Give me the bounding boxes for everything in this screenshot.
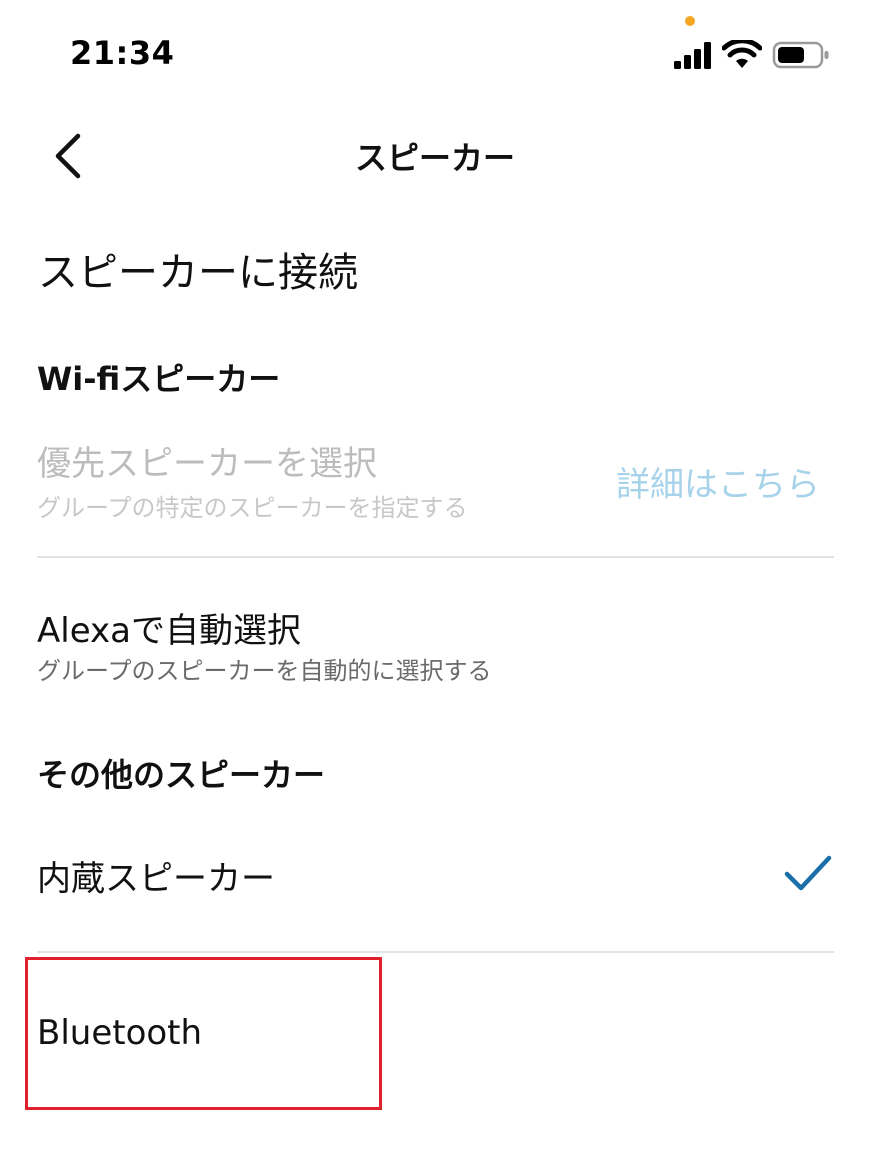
alexa-auto-select-subtitle: グループのスピーカーを自動的に選択する — [37, 657, 492, 685]
status-bar: 21:34 — [0, 0, 870, 100]
signal-icon — [674, 42, 711, 69]
battery-icon — [772, 41, 829, 69]
status-time: 21:34 — [70, 34, 175, 72]
wifi-icon — [722, 40, 762, 68]
builtin-speaker-option[interactable]: 内蔵スピーカー — [0, 830, 870, 920]
page-title: スピーカー — [354, 139, 515, 177]
builtin-speaker-title: 内蔵スピーカー — [37, 859, 275, 899]
preferred-speaker-title: 優先スピーカーを選択 — [37, 444, 377, 484]
preferred-speaker-subtitle: グループの特定のスピーカーを指定する — [37, 494, 468, 522]
divider — [37, 951, 834, 953]
wifi-speakers-heading: Wi-fiスピーカー — [37, 360, 281, 398]
divider — [37, 556, 834, 558]
other-speakers-heading: その他のスピーカー — [37, 756, 326, 794]
section-title: スピーカーに接続 — [38, 250, 358, 296]
checkmark-icon — [784, 855, 832, 891]
privacy-indicator-dot — [685, 16, 695, 26]
learn-more-link[interactable]: 詳細はこちら — [616, 457, 820, 506]
alexa-auto-select-title: Alexaで自動選択 — [37, 611, 301, 651]
alexa-auto-select-option[interactable]: Alexaで自動選択 グループのスピーカーを自動的に選択する — [0, 595, 870, 690]
highlight-annotation-box — [25, 957, 382, 1110]
